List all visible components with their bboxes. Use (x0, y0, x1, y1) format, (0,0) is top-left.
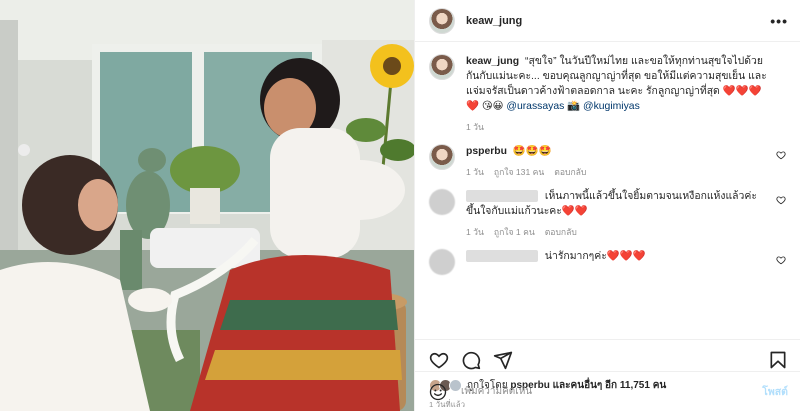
add-comment-bar: โพสต์ (415, 371, 800, 411)
comment-item: เห็นภาพนี้แล้วขึ้นใจยิ้มตามจนเหงือกแห้งแ… (429, 189, 786, 239)
post-photo[interactable] (0, 0, 414, 411)
commenter-username-blurred[interactable] (466, 190, 538, 203)
more-options-icon[interactable]: ••• (770, 13, 788, 29)
comment-text: 🤩🤩🤩 (512, 146, 552, 157)
commenter-avatar-blurred[interactable] (429, 249, 455, 275)
post-photo-illustration (0, 0, 414, 411)
comment-likes[interactable]: ถูกใจ 131 คน (494, 165, 544, 179)
mention-link[interactable]: @kugimiyas (583, 101, 640, 112)
post-sidebar: keaw_jung ••• keaw_jung “สุขใจ” ในวันปีใ… (414, 0, 800, 411)
mention-link[interactable]: @urassayas (506, 101, 564, 112)
caption-avatar[interactable] (429, 54, 455, 80)
comment-item: psperbu 🤩🤩🤩 1 วัน ถูกใจ 131 คน ตอบกลับ (429, 144, 786, 179)
comment-text-block: น่ารักมากๆค่ะ❤️❤️❤️ (466, 249, 768, 264)
reply-button[interactable]: ตอบกลับ (545, 225, 577, 239)
caption-time[interactable]: 1 วัน (466, 120, 484, 134)
caption-username[interactable]: keaw_jung (466, 56, 519, 67)
author-avatar[interactable] (429, 7, 455, 34)
like-comment-heart-icon[interactable] (776, 150, 786, 160)
heart-icon[interactable] (429, 350, 449, 370)
comment-input[interactable] (461, 386, 763, 397)
comment-time[interactable]: 1 วัน (466, 225, 484, 239)
comment-meta: 1 วัน ถูกใจ 131 คน ตอบกลับ (466, 165, 768, 179)
comment-text-block: เห็นภาพนี้แล้วขึ้นใจยิ้มตามจนเหงือกแห้งแ… (466, 189, 768, 219)
caption-text-block: keaw_jung “สุขใจ” ในวันปีใหม่ไทย และขอให… (466, 54, 768, 114)
comment-time[interactable]: 1 วัน (466, 165, 484, 179)
post-comment-button[interactable]: โพสต์ (762, 383, 788, 400)
comment-icon[interactable] (461, 350, 481, 370)
comments-list: keaw_jung “สุขใจ” ในวันปีใหม่ไทย และขอให… (415, 42, 800, 339)
emoji-icon[interactable] (429, 383, 447, 401)
comment-text-block: psperbu 🤩🤩🤩 (466, 144, 768, 159)
comment-body: psperbu 🤩🤩🤩 1 วัน ถูกใจ 131 คน ตอบกลับ (466, 144, 786, 179)
comment-body: เห็นภาพนี้แล้วขึ้นใจยิ้มตามจนเหงือกแห้งแ… (466, 189, 786, 239)
comment-likes[interactable]: ถูกใจ 1 คน (494, 225, 535, 239)
caption: keaw_jung “สุขใจ” ในวันปีใหม่ไทย และขอให… (429, 54, 786, 134)
like-comment-heart-icon[interactable] (776, 195, 786, 205)
caption-meta: 1 วัน (466, 120, 768, 134)
action-bar (429, 348, 788, 372)
reply-button[interactable]: ตอบกลับ (554, 165, 586, 179)
comment-meta: 1 วัน ถูกใจ 1 คน ตอบกลับ (466, 225, 768, 239)
caption-body: keaw_jung “สุขใจ” ในวันปีใหม่ไทย และขอให… (466, 54, 786, 134)
commenter-username[interactable]: psperbu (466, 146, 507, 157)
comment-body: น่ารักมากๆค่ะ❤️❤️❤️ (466, 249, 786, 275)
author-username[interactable]: keaw_jung (466, 15, 522, 27)
commenter-avatar-blurred[interactable] (429, 189, 455, 215)
save-icon[interactable] (768, 350, 788, 370)
instagram-post-view: keaw_jung ••• keaw_jung “สุขใจ” ในวันปีใ… (0, 0, 800, 411)
like-comment-heart-icon[interactable] (776, 255, 786, 265)
post-header: keaw_jung ••• (415, 0, 800, 42)
share-icon[interactable] (493, 350, 513, 370)
camera-emoji: 📸 (567, 101, 581, 112)
commenter-username-blurred[interactable] (466, 250, 538, 263)
comment-item: น่ารักมากๆค่ะ❤️❤️❤️ (429, 249, 786, 275)
comment-text: น่ารักมากๆค่ะ❤️❤️❤️ (544, 251, 646, 262)
commenter-avatar[interactable] (429, 144, 455, 170)
